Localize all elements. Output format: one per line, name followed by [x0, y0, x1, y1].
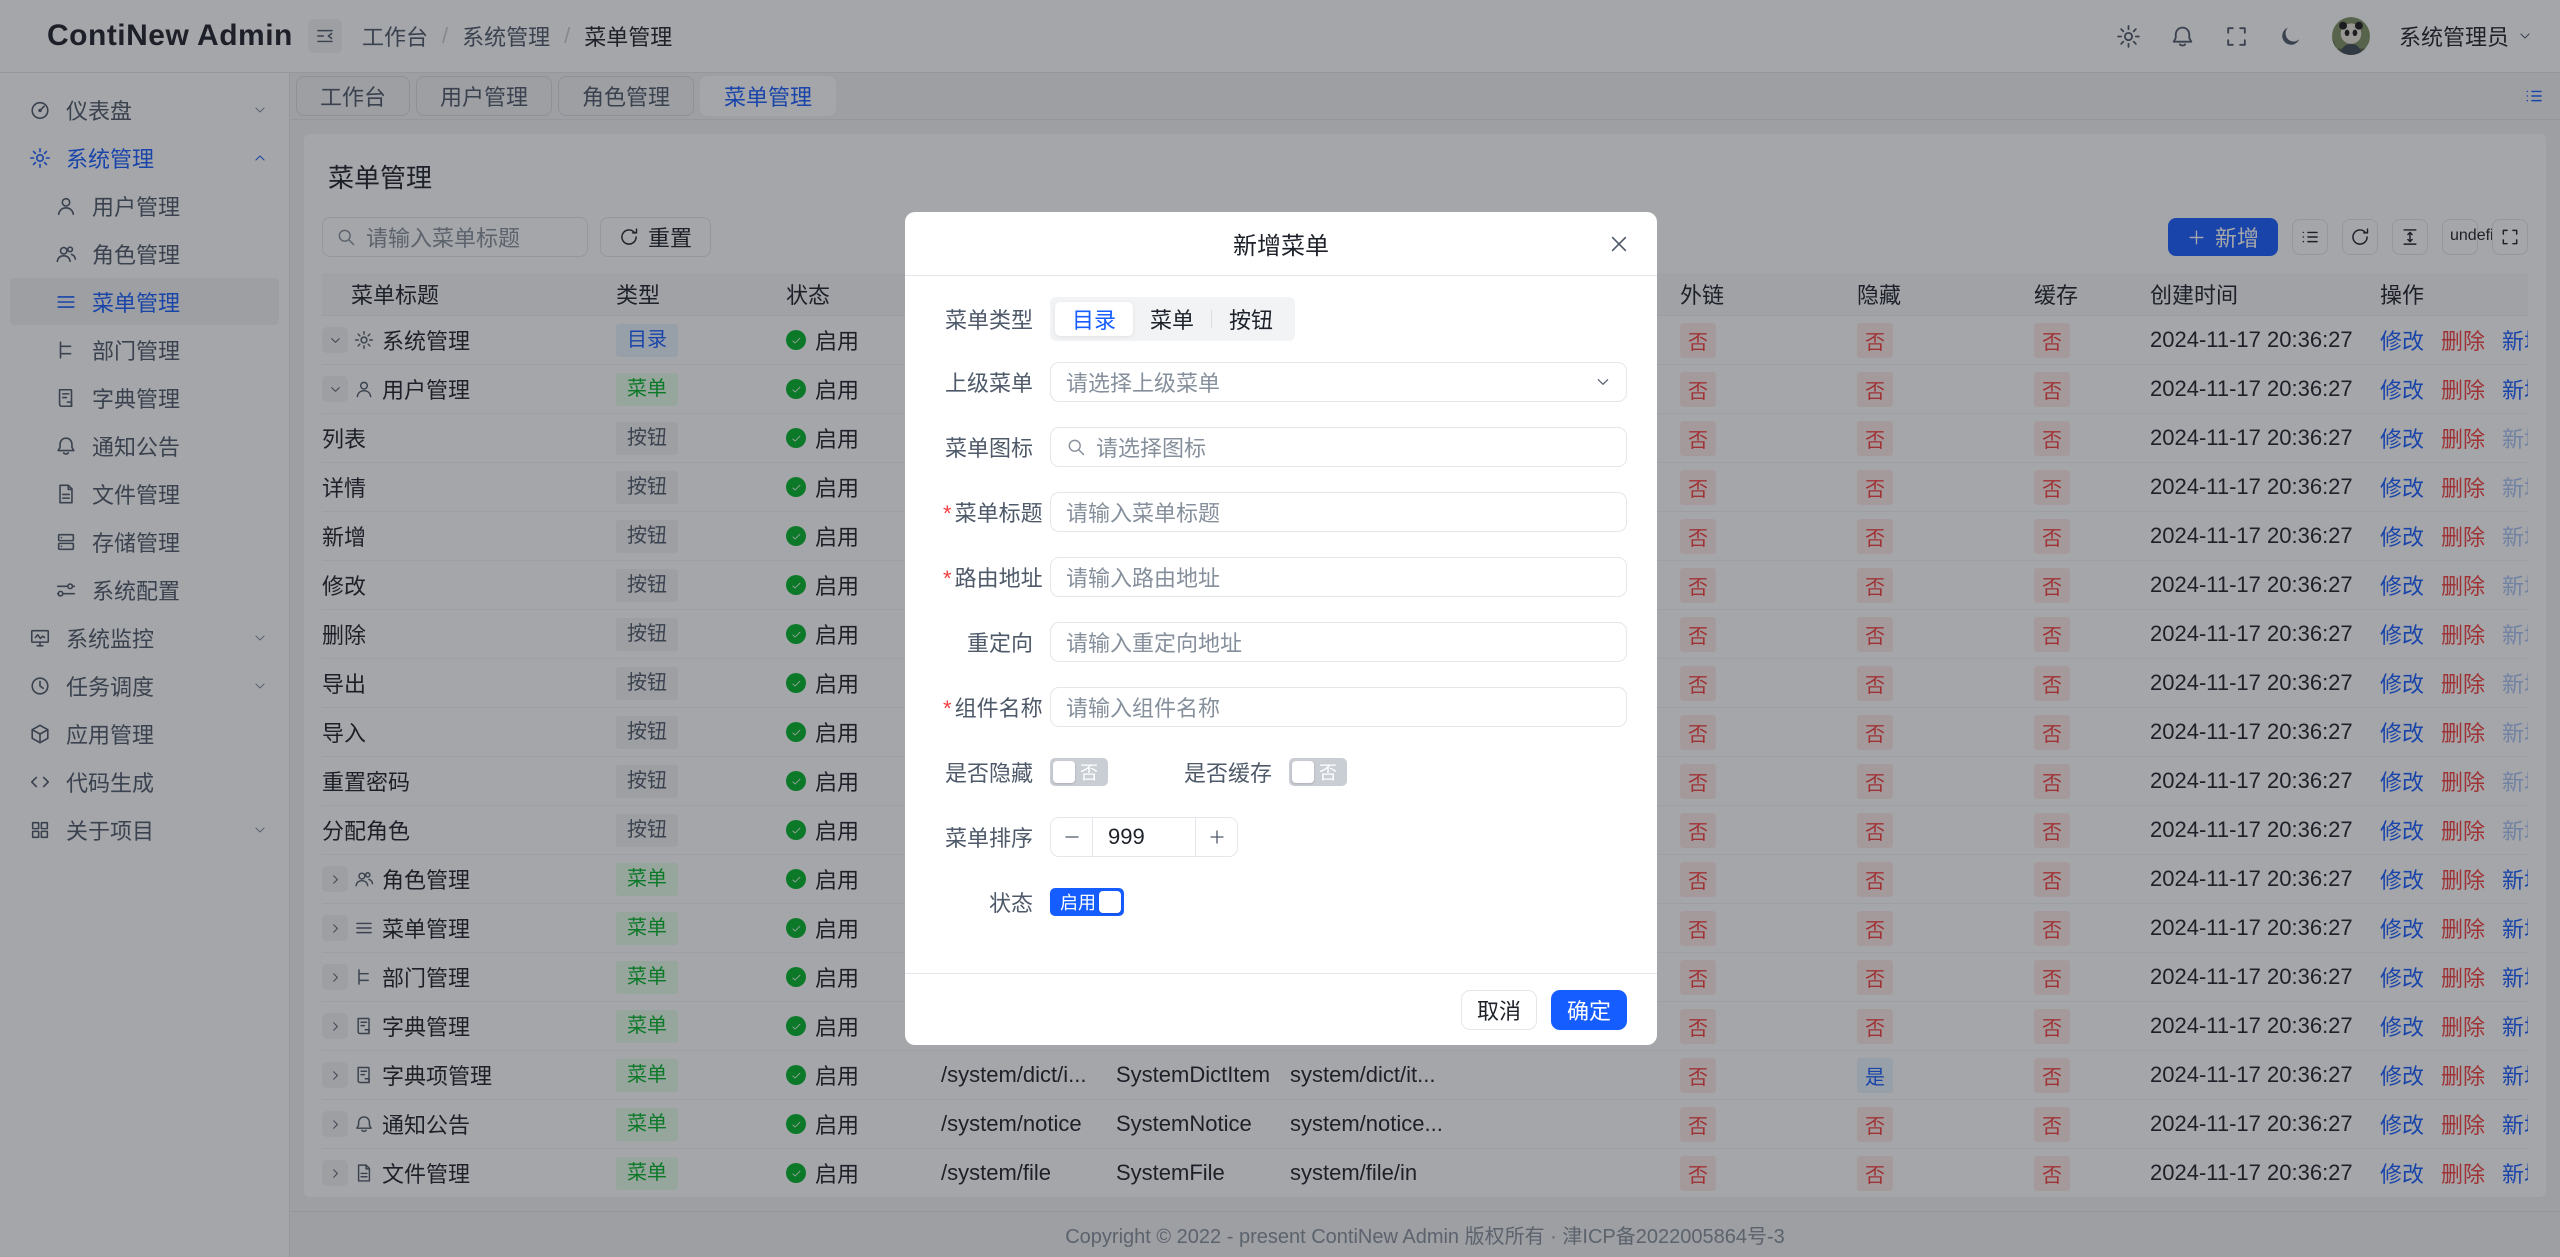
add-menu-modal: 新增菜单 菜单类型 目录菜单按钮 上级菜单 请选择上级菜单 菜单图标 请选择图标: [905, 212, 1657, 1045]
menu-icon-label: 菜单图标: [943, 431, 1033, 463]
parent-menu-label: 上级菜单: [943, 366, 1033, 398]
status-toggle[interactable]: 启用: [1050, 888, 1124, 916]
minus-icon: [1063, 828, 1081, 846]
sort-label: 菜单排序: [943, 821, 1033, 853]
status-label: 状态: [943, 886, 1033, 918]
menu-type-option-目录[interactable]: 目录: [1055, 302, 1133, 336]
confirm-button[interactable]: 确定: [1551, 990, 1627, 1030]
parent-menu-select[interactable]: 请选择上级菜单: [1050, 362, 1627, 402]
menu-title-label: 菜单标题: [943, 496, 1033, 528]
route-input[interactable]: 请输入路由地址: [1050, 557, 1627, 597]
hide-label: 是否隐藏: [943, 756, 1033, 788]
sort-value[interactable]: 999: [1092, 818, 1196, 856]
redirect-label: 重定向: [943, 626, 1033, 658]
plus-icon: [1208, 828, 1226, 846]
plus-button[interactable]: [1196, 818, 1237, 856]
menu-type-label: 菜单类型: [943, 303, 1033, 335]
modal-title: 新增菜单: [1233, 226, 1329, 261]
cache-toggle[interactable]: 否: [1289, 758, 1347, 786]
sort-stepper: 999: [1050, 817, 1238, 857]
cancel-button[interactable]: 取消: [1461, 990, 1537, 1030]
modal-footer: 取消 确定: [905, 973, 1657, 1045]
chevron-down-icon: [1595, 374, 1611, 390]
menu-title-input[interactable]: 请输入菜单标题: [1050, 492, 1627, 532]
route-label: 路由地址: [943, 561, 1033, 593]
modal-header: 新增菜单: [905, 212, 1657, 276]
component-label: 组件名称: [943, 691, 1033, 723]
cache-label: 是否缓存: [1182, 756, 1272, 788]
component-input[interactable]: 请输入组件名称: [1050, 687, 1627, 727]
menu-type-option-菜单[interactable]: 菜单: [1133, 302, 1211, 336]
redirect-input[interactable]: 请输入重定向地址: [1050, 622, 1627, 662]
menu-type-segmented: 目录菜单按钮: [1050, 297, 1295, 341]
minus-button[interactable]: [1051, 818, 1092, 856]
search-icon: [1066, 437, 1086, 457]
hide-toggle[interactable]: 否: [1050, 758, 1108, 786]
menu-icon-input[interactable]: 请选择图标: [1050, 427, 1627, 467]
close-icon[interactable]: [1608, 233, 1630, 255]
menu-type-option-按钮[interactable]: 按钮: [1212, 302, 1290, 336]
